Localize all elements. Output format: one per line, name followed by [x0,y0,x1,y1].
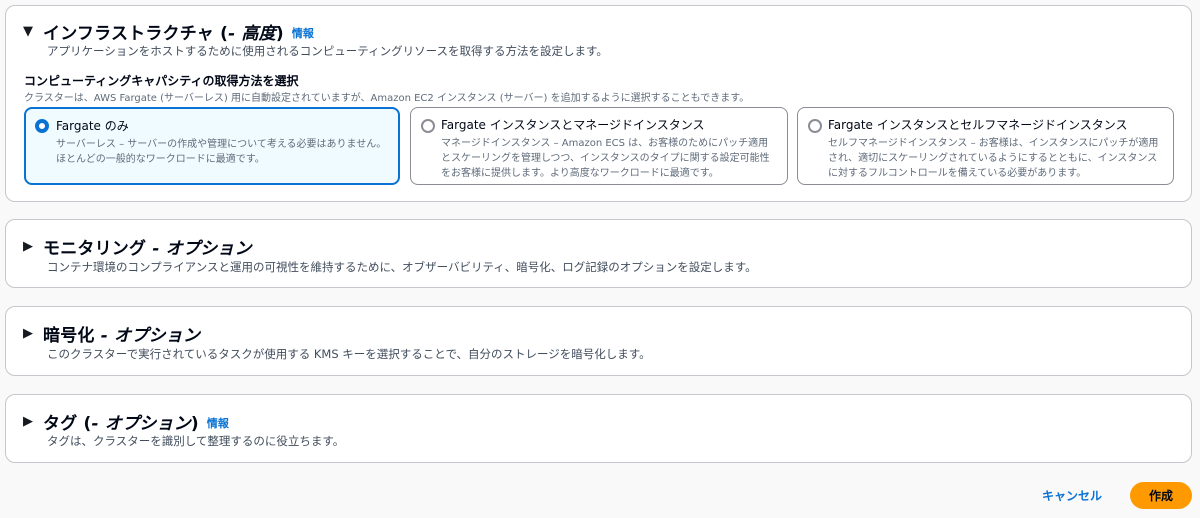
option-description: マネージドインスタンス – Amazon ECS は、お客様のためにパッチ適用と… [441,138,770,179]
encryption-header[interactable]: ▶ 暗号化 - オプション [23,321,200,346]
monitoring-description: コンテナ環境のコンプライアンスと運用の可視性を維持するために、オブザーバビリティ… [47,260,757,274]
tags-description: タグは、クラスターを識別して整理するのに役立ちます。 [47,434,345,448]
infrastructure-title: インフラストラクチャ (- 高度) [43,24,284,44]
caret-down-icon: ▼ [23,24,33,39]
radio-selected-icon[interactable] [35,119,49,133]
option-fargate-self-managed[interactable]: Fargate インスタンスとセルフマネージドインスタンス セルフマネージドイン… [797,107,1174,185]
option-description: サーバーレス – サーバーの作成や管理について考える必要はありません。ほとんどの… [56,139,387,165]
option-title: Fargate のみ [56,119,129,133]
monitoring-header[interactable]: ▶ モニタリング - オプション [23,234,252,259]
capacity-hint: クラスターは、AWS Fargate (サーバーレス) 用に自動設定されています… [24,93,750,104]
infrastructure-header[interactable]: ▼ インフラストラクチャ (- 高度) 情報 [23,19,314,44]
caret-right-icon: ▶ [23,239,33,254]
infrastructure-description: アプリケーションをホストするために使用されるコンピューティングリソースを取得する… [47,44,608,58]
option-fargate-only[interactable]: Fargate のみ サーバーレス – サーバーの作成や管理について考える必要は… [24,107,400,185]
encryption-description: このクラスターで実行されているタスクが使用する KMS キーを選択することで、自… [47,347,651,361]
create-button[interactable]: 作成 [1130,482,1192,509]
encryption-panel: ▶ 暗号化 - オプション このクラスターで実行されているタスクが使用する KM… [5,306,1192,376]
option-title: Fargate インスタンスとセルフマネージドインスタンス [828,118,1128,132]
option-fargate-managed[interactable]: Fargate インスタンスとマネージドインスタンス マネージドインスタンス –… [410,107,788,185]
infrastructure-panel: ▼ インフラストラクチャ (- 高度) 情報 アプリケーションをホストするために… [5,5,1192,202]
infrastructure-info-link[interactable]: 情報 [292,25,314,41]
monitoring-panel: ▶ モニタリング - オプション コンテナ環境のコンプライアンスと運用の可視性を… [5,219,1192,288]
caret-right-icon: ▶ [23,326,33,341]
radio-unselected-icon[interactable] [808,119,822,133]
tags-info-link[interactable]: 情報 [207,415,229,431]
option-description: セルフマネージドインスタンス – お客様は、インスタンスにパッチが適用され、適切… [828,138,1159,179]
monitoring-title: モニタリング - オプション [43,239,252,259]
cancel-button[interactable]: キャンセル [1030,483,1114,507]
tags-panel: ▶ タグ (- オプション) 情報 タグは、クラスターを識別して整理するのに役立… [5,394,1192,463]
tags-header[interactable]: ▶ タグ (- オプション) 情報 [23,409,229,434]
encryption-title: 暗号化 - オプション [43,326,201,346]
caret-right-icon: ▶ [23,414,33,429]
option-title: Fargate インスタンスとマネージドインスタンス [441,118,705,132]
tags-title: タグ (- オプション) [43,414,199,434]
capacity-label: コンピューティングキャパシティの取得方法を選択 [24,74,299,88]
radio-unselected-icon[interactable] [421,119,435,133]
